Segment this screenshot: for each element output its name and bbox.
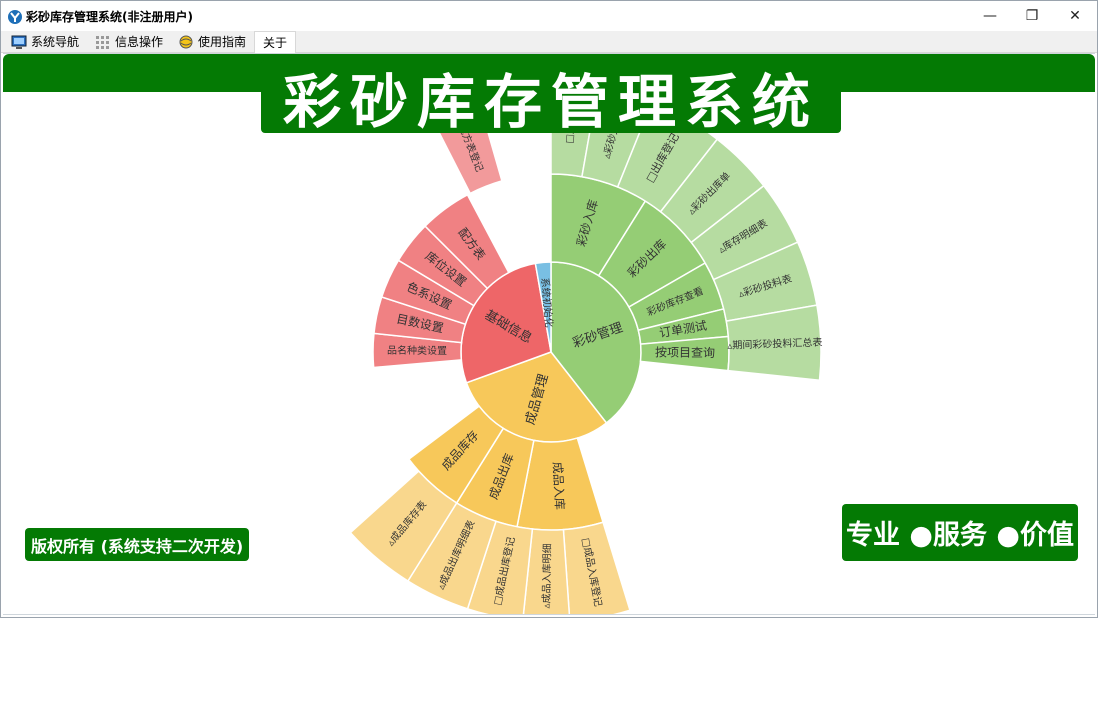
sunburst-label: 按项目查询 <box>655 345 715 360</box>
window-title: 彩砂库存管理系统(非注册用户) <box>26 10 193 24</box>
menu-item-label: 系统导航 <box>31 35 80 49</box>
sunburst-label: 成品入库 <box>550 461 567 510</box>
sunburst-outer-goods-in-register[interactable]: □成品入库登记 <box>562 521 631 614</box>
app-banner-title: 彩砂库存管理系统 <box>261 60 841 136</box>
menu-bar: 系统导航 信息操作 使用指南 关于 <box>1 31 1097 53</box>
close-button[interactable]: ✕ <box>1052 1 1098 31</box>
copyright-label: 版权所有 (系统支持二次开发) <box>25 528 250 561</box>
main-canvas: 彩砂管理 成品管理 基础信息 系统初始化 彩砂入库 彩砂出库 彩砂库存查看 订单测试 按项目查询… <box>3 53 1095 615</box>
sunburst-label: ▵成品入库明细 <box>540 543 554 608</box>
monitor-icon <box>11 35 27 49</box>
menu-item-info-ops[interactable]: 信息操作 <box>95 31 163 52</box>
app-logo-icon <box>8 10 22 24</box>
title-bar: 彩砂库存管理系统(非注册用户) — ❐ ✕ <box>1 1 1097 31</box>
menu-item-label: 使用指南 <box>198 35 247 49</box>
slogan-label: 专业 ●服务 ●价值 <box>842 504 1078 561</box>
menu-item-system-nav[interactable]: 系统导航 <box>11 31 79 52</box>
menu-item-user-guide[interactable]: 使用指南 <box>178 31 246 52</box>
menu-item-label: 关于 <box>263 36 288 50</box>
grid-icon <box>95 35 111 49</box>
restore-button[interactable]: ❐ <box>1009 1 1055 31</box>
sunburst-label: 品名种类设置 <box>387 344 447 358</box>
minimize-button[interactable]: — <box>967 1 1013 31</box>
menu-item-about[interactable]: 关于 <box>254 31 297 53</box>
globe-icon <box>178 35 194 49</box>
menu-item-label: 信息操作 <box>115 35 164 49</box>
app-window: 彩砂库存管理系统(非注册用户) — ❐ ✕ 系统导航 信息操作 使用指南 关于 <box>0 0 1098 618</box>
